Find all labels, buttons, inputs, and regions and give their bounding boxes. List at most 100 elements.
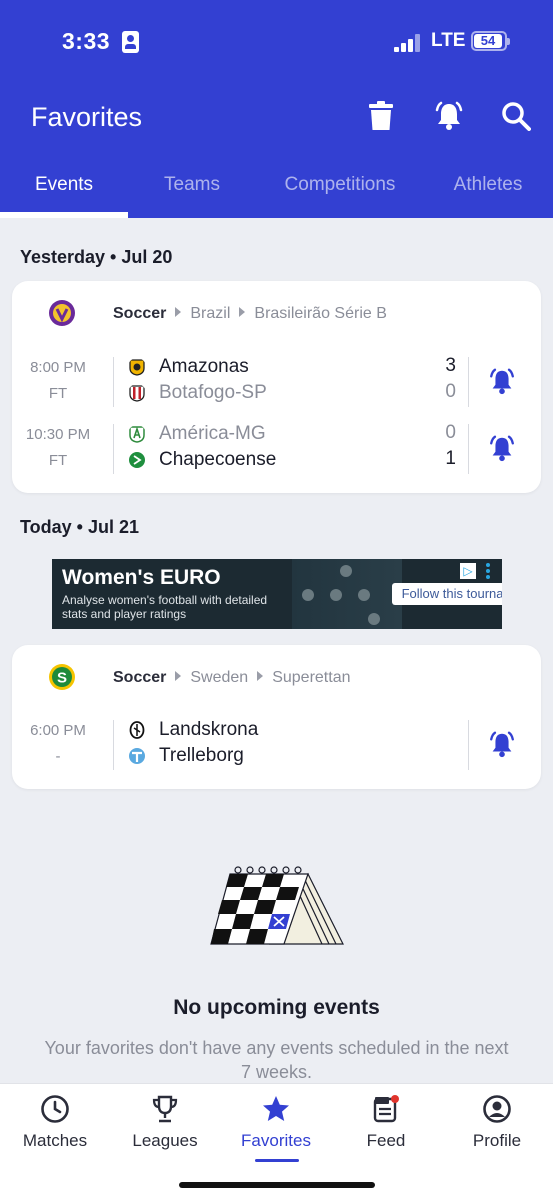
league-logo-icon xyxy=(49,300,75,326)
battery-level: 54 xyxy=(474,34,502,48)
chevron-right-icon xyxy=(175,307,182,317)
bell-icon[interactable] xyxy=(486,365,518,397)
home-team: Landskrona xyxy=(128,718,258,742)
ad-headline: Women's EURO xyxy=(62,566,221,589)
chevron-right-icon xyxy=(239,307,246,317)
clock-icon xyxy=(40,1094,70,1124)
star-icon xyxy=(261,1094,291,1124)
empty-state-title: No upcoming events xyxy=(173,996,380,1019)
trophy-icon xyxy=(150,1094,180,1124)
nav-profile[interactable]: Profile xyxy=(442,1094,552,1151)
home-score: 0 xyxy=(445,422,456,443)
bell-icon[interactable] xyxy=(486,728,518,760)
nav-label: Leagues xyxy=(132,1131,198,1150)
breadcrumb-country: Brazil xyxy=(190,305,231,322)
away-score: 1 xyxy=(445,448,456,469)
contact-card-icon xyxy=(122,31,139,53)
match-time: 6:00 PM xyxy=(30,722,86,739)
trash-icon[interactable] xyxy=(361,96,401,136)
ad-banner[interactable]: Women's EURO Analyse women's football wi… xyxy=(52,559,502,629)
home-team-name: Amazonas xyxy=(159,356,249,377)
nav-label: Matches xyxy=(22,1131,88,1150)
breadcrumb[interactable]: Soccer Sweden Superettan xyxy=(113,669,350,687)
search-icon[interactable] xyxy=(496,96,536,136)
team-crest-icon xyxy=(129,426,145,443)
match-status: - xyxy=(55,748,61,765)
match-row[interactable]: 6:00 PM - Landskrona Trelleborg xyxy=(12,718,541,774)
bell-icon[interactable] xyxy=(429,96,469,136)
feed-icon xyxy=(371,1094,401,1124)
event-card-brazil: Soccer Brazil Brasileirão Série B 8:00 PM … xyxy=(12,281,541,493)
match-row[interactable]: 10:30 PM FT América-MG Chapecoense 0 1 xyxy=(12,422,541,478)
breadcrumb[interactable]: Soccer Brazil Brasileirão Série B xyxy=(113,305,387,323)
status-bar: 3:33 LTE 54 xyxy=(0,24,553,60)
nav-leagues[interactable]: Leagues xyxy=(110,1094,220,1151)
match-status: FT xyxy=(48,452,68,469)
nav-feed[interactable]: Feed xyxy=(331,1094,441,1151)
breadcrumb-country: Sweden xyxy=(190,669,249,686)
bell-icon[interactable] xyxy=(486,432,518,464)
league-logo-icon: S xyxy=(49,664,75,690)
more-options-icon[interactable] xyxy=(486,563,490,579)
page-title: Favorites xyxy=(31,102,143,132)
breadcrumb-sport: Soccer xyxy=(113,669,167,686)
date-header-today: Today • Jul 21 xyxy=(20,517,140,537)
away-team: Trelleborg xyxy=(128,744,244,768)
divider xyxy=(113,424,114,474)
team-crest-icon xyxy=(129,359,145,376)
home-indicator[interactable] xyxy=(179,1182,375,1188)
match-time: 8:00 PM xyxy=(30,359,86,376)
svg-text:S: S xyxy=(57,670,67,687)
team-crest-icon xyxy=(129,748,145,764)
away-team: Chapecoense xyxy=(128,448,276,472)
away-team-name: Trelleborg xyxy=(159,745,244,766)
breadcrumb-sport: Soccer xyxy=(113,305,167,322)
status-time: 3:33 xyxy=(62,28,111,54)
divider xyxy=(468,357,469,407)
home-score: 3 xyxy=(445,355,456,376)
divider xyxy=(468,720,469,770)
home-team: Amazonas xyxy=(128,355,249,379)
app-header: 3:33 LTE 54 Favorites Events Teams Compe… xyxy=(0,0,553,218)
nav-matches[interactable]: Matches xyxy=(0,1094,110,1151)
match-status: FT xyxy=(48,385,68,402)
chevron-right-icon xyxy=(257,671,264,681)
ad-pitch-graphic xyxy=(292,559,402,629)
network-type: LTE xyxy=(431,30,466,51)
home-team-name: América-MG xyxy=(159,423,266,444)
battery-icon: 54 xyxy=(471,31,510,51)
nav-label: Feed xyxy=(366,1131,406,1150)
team-crest-icon xyxy=(129,452,145,468)
home-team-name: Landskrona xyxy=(159,719,259,740)
nav-favorites[interactable]: Favorites xyxy=(221,1094,331,1151)
empty-state-subtitle: Your favorites don't have any events sch… xyxy=(44,1038,509,1082)
tab-competitions[interactable]: Competitions xyxy=(262,160,418,218)
breadcrumb-league: Superettan xyxy=(272,669,351,686)
chevron-right-icon xyxy=(175,671,182,681)
match-row[interactable]: 8:00 PM FT Amazonas Botafogo-SP 3 0 xyxy=(12,355,541,411)
home-team: América-MG xyxy=(128,422,266,446)
active-nav-indicator xyxy=(255,1159,299,1162)
team-crest-icon xyxy=(129,385,145,402)
breadcrumb-league: Brasileirão Série B xyxy=(254,305,387,322)
active-tab-indicator xyxy=(0,212,128,218)
tab-events[interactable]: Events xyxy=(0,160,128,218)
tab-bar: Events Teams Competitions Athletes xyxy=(0,160,553,218)
date-header-yesterday: Yesterday • Jul 20 xyxy=(20,247,173,267)
profile-icon xyxy=(482,1094,512,1124)
ad-subtext: Analyse women's football with detailed s… xyxy=(62,593,268,621)
divider xyxy=(468,424,469,474)
divider xyxy=(113,720,114,770)
ad-cta-button[interactable]: Follow this tournament xyxy=(392,583,502,605)
bottom-navigation: Matches Leagues Favorites Feed Profile xyxy=(0,1083,553,1200)
calendar-illustration-icon xyxy=(210,866,344,945)
away-team-name: Botafogo-SP xyxy=(159,382,267,403)
adchoices-icon[interactable]: ▷ xyxy=(460,563,476,579)
away-team-name: Chapecoense xyxy=(159,449,277,470)
away-score: 0 xyxy=(445,381,456,402)
team-crest-icon xyxy=(129,721,145,739)
nav-label: Favorites xyxy=(241,1131,311,1150)
tab-teams[interactable]: Teams xyxy=(130,160,254,218)
tab-athletes[interactable]: Athletes xyxy=(426,160,550,218)
event-card-sweden: S Soccer Sweden Superettan 6:00 PM - Lands… xyxy=(12,645,541,789)
